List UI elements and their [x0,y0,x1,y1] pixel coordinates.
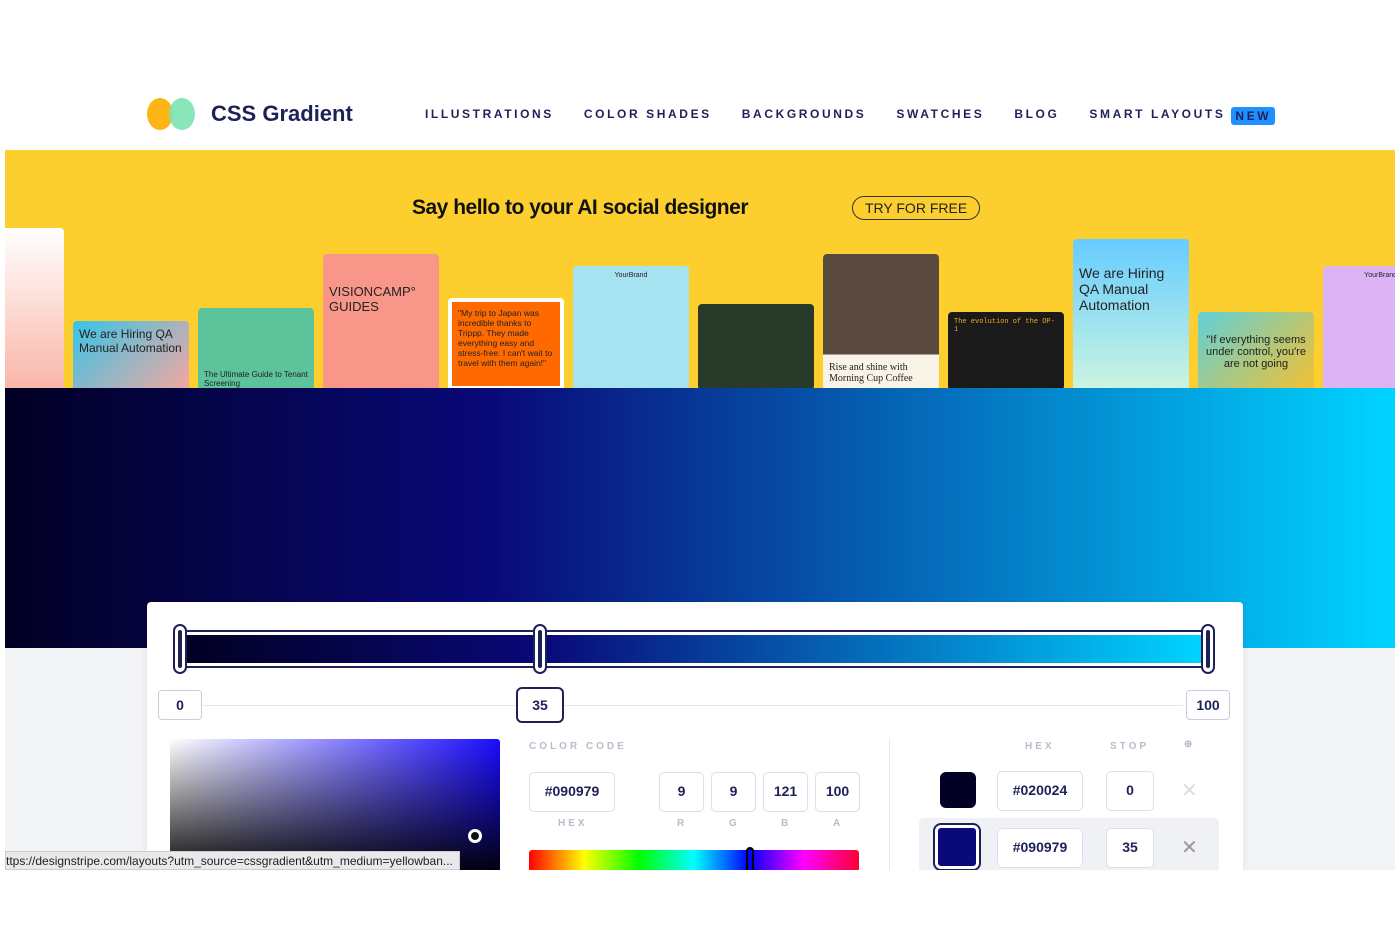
stop-hex-input-0[interactable]: #020024 [997,771,1083,811]
hue-slider[interactable] [529,850,859,870]
banner-card: The evolution of the OP-1 [948,312,1064,388]
nav-swatches[interactable]: SWATCHES [896,107,984,125]
stop-swatch-35[interactable] [935,825,979,869]
banner-card [698,304,814,388]
hue-handle[interactable] [746,847,754,870]
g-label: G [729,818,740,829]
color-code-label: COLOR CODE [529,741,627,752]
new-badge: NEW [1231,107,1276,125]
stop-handle-35[interactable] [533,624,547,674]
divider [203,705,1183,706]
stop-swatch-0[interactable] [940,772,976,808]
banner-card: The Ultimate Guide to Tenant Screening [198,308,314,388]
banner-card: VISIONCAMP° GUIDES [323,254,439,388]
b-label: B [781,818,792,829]
banner-card: We are Hiring QA Manual Automation [1073,239,1189,388]
gradient-slider-track[interactable] [181,630,1211,668]
banner-title: Say hello to your AI social designer [412,196,749,219]
stop-value-input-0[interactable]: 0 [1106,771,1154,811]
stop-hex-input-35[interactable]: #090979 [997,828,1083,868]
stop-position-35[interactable]: 35 [516,687,564,723]
stop-handle-0[interactable] [173,624,187,674]
page: CSS Gradient ILLUSTRATIONS COLOR SHADES … [5,0,1395,870]
banner-card: YourBrand [573,266,689,388]
banner-card: We are Hiring QA Manual Automation [73,321,189,388]
r-label: R [677,818,688,829]
hex-label: HEX [558,818,588,829]
header: CSS Gradient ILLUSTRATIONS COLOR SHADES … [5,0,1395,150]
status-bar-url: ttps://designstripe.com/layouts?utm_sour… [5,851,460,870]
nav-illustrations[interactable]: ILLUSTRATIONS [425,107,554,125]
remove-stop-icon[interactable]: ✕ [1181,778,1198,803]
brand-name[interactable]: CSS Gradient [211,101,353,127]
a-input[interactable]: 100 [815,772,860,812]
add-stop-icon[interactable]: ⊕ [1184,739,1192,750]
a-label: A [833,818,844,829]
nav-color-shades[interactable]: COLOR SHADES [584,107,712,125]
main-nav: ILLUSTRATIONS COLOR SHADES BACKGROUNDS S… [425,107,1305,125]
nav-blog[interactable]: BLOG [1014,107,1059,125]
hex-input[interactable]: #090979 [529,772,615,812]
remove-stop-icon[interactable]: ✕ [1181,835,1198,860]
promo-banner[interactable]: We are Hiring QA Manual Automation The U… [5,150,1395,388]
logo-icon[interactable] [146,98,198,130]
divider [889,739,890,870]
hex-header: HEX [1025,741,1055,752]
picker-cursor[interactable] [468,829,482,843]
banner-card: Rise and shine with Morning Cup Coffee [823,254,939,388]
banner-card: "If everything seems under control, you'… [1198,312,1314,388]
nav-backgrounds[interactable]: BACKGROUNDS [742,107,867,125]
try-for-free-button[interactable]: TRY FOR FREE [852,196,981,220]
gradient-editor-panel: 0 35 100 COLOR CODE #090979 9 9 121 100 … [147,602,1243,870]
banner-card [5,228,64,388]
stop-handle-100[interactable] [1201,624,1215,674]
stop-header: STOP [1110,741,1150,752]
b-input[interactable]: 121 [763,772,808,812]
g-input[interactable]: 9 [711,772,756,812]
nav-smart-layouts[interactable]: SMART LAYOUTS [1089,107,1225,125]
stop-position-0[interactable]: 0 [158,690,202,720]
stop-value-input-35[interactable]: 35 [1106,828,1154,868]
r-input[interactable]: 9 [659,772,704,812]
banner-card: YourBrand [1323,266,1395,388]
banner-card: "My trip to Japan was incredible thanks … [448,298,564,388]
stop-position-100[interactable]: 100 [1186,690,1230,720]
